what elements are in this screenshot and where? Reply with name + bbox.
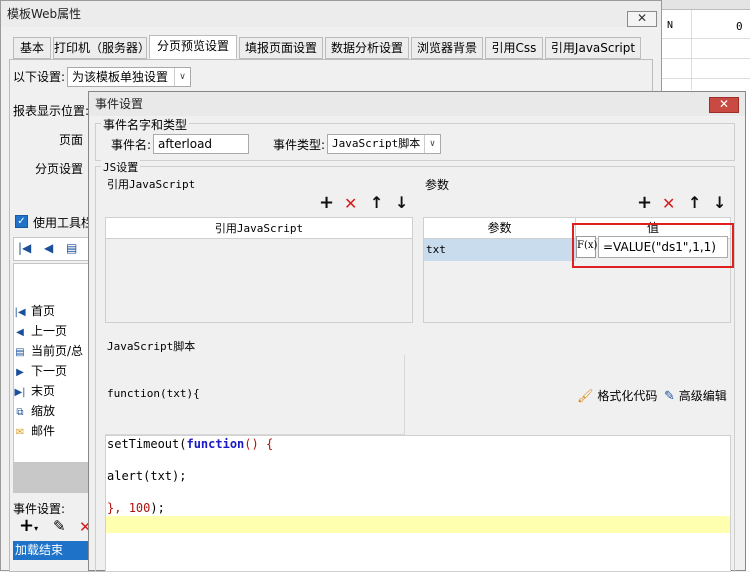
add-param-icon[interactable]: + [637, 194, 652, 212]
use-toolbar-label: 使用工具栏 [33, 216, 94, 230]
sheet-cell-value: 0 [736, 20, 743, 33]
param-value-input[interactable]: =VALUE("ds1",1,1) [598, 236, 728, 258]
tab-ref-js[interactable]: 引用JavaScript [545, 37, 641, 59]
current-page-icon: ▤ [15, 347, 25, 358]
prev-page-icon: ◀ [44, 241, 54, 255]
list-item-current-page[interactable]: ▤ 当前页/总 [13, 341, 91, 361]
paging-label: 分页设置 [35, 162, 84, 176]
params-label: 参数 [425, 178, 450, 192]
ref-js-column-header: 引用JavaScript [106, 218, 412, 239]
event-settings-dialog: 事件设置 ✕ 事件名字和类型 事件名: afterload 事件类型: Java… [88, 91, 746, 572]
toolbar-preview: |◀ ◀ ▤ [13, 237, 91, 261]
setting-select[interactable]: 为该模板单独设置 ∨ [67, 67, 191, 87]
next-page-icon: ▶ [16, 367, 24, 378]
ref-js-table: 引用JavaScript [105, 217, 413, 323]
dialog-title: 事件设置 [89, 92, 745, 116]
email-icon: ✉ [15, 427, 25, 438]
use-toolbar-checkbox[interactable]: ✓ [15, 215, 28, 228]
list-item-last-page[interactable]: ▶| 末页 [13, 381, 91, 401]
current-page-icon: ▤ [66, 241, 78, 255]
list-item-first-page[interactable]: |◀ 首页 [13, 301, 91, 321]
report-position-label: 报表显示位置: [13, 104, 90, 118]
delete-ref-js-icon[interactable]: ✕ [344, 196, 357, 212]
add-event-button[interactable]: +▾ [19, 517, 38, 538]
list-item-zoom[interactable]: ⧉ 缩放 [13, 401, 91, 421]
tab-basic[interactable]: 基本 [13, 37, 51, 59]
list-item-next-page[interactable]: ▶ 下一页 [13, 361, 91, 381]
main-close-button[interactable]: ✕ [627, 11, 657, 27]
ref-js-label: 引用JavaScript [107, 178, 196, 191]
move-up-ref-js-icon[interactable]: ↑ [370, 195, 383, 211]
tab-ref-css[interactable]: 引用Css [485, 37, 543, 59]
list-item-prev-page[interactable]: ◀ 上一页 [13, 321, 91, 341]
code-line-1: setTimeout(function() { [107, 437, 274, 451]
move-down-param-icon[interactable]: ↓ [713, 195, 726, 211]
list-item-email[interactable]: ✉ 邮件 [13, 421, 91, 441]
tab-printer[interactable]: 打印机（服务器） [53, 37, 150, 59]
prev-page-icon: ◀ [16, 327, 24, 338]
tab-data-analysis[interactable]: 数据分析设置 [325, 37, 409, 59]
move-up-param-icon[interactable]: ↑ [688, 195, 701, 211]
main-window-title: 模板Web属性 [1, 1, 661, 27]
advanced-edit-button[interactable]: ✎ 高级编辑 [664, 387, 727, 404]
function-header: function(txt){ [107, 387, 200, 400]
move-down-ref-js-icon[interactable]: ↓ [395, 195, 408, 211]
format-code-button[interactable]: 🖌 格式化代码 [577, 387, 657, 404]
event-type-label: 事件类型: [273, 138, 326, 152]
last-page-icon: ▶| [14, 387, 26, 398]
edit-icon: ✎ [664, 389, 675, 404]
sheet-column-label: N [667, 20, 674, 31]
event-list-item-selected[interactable]: 加载结束 [13, 541, 91, 560]
delete-param-icon[interactable]: ✕ [662, 196, 675, 212]
event-name-label: 事件名: [111, 138, 152, 152]
js-group-title: JS设置 [101, 159, 141, 175]
param-row-name[interactable]: txt [424, 239, 576, 261]
code-editor[interactable]: setTimeout(function() { alert(txt); }, 1… [105, 435, 731, 572]
event-type-select[interactable]: JavaScript脚本 ∨ [327, 134, 441, 154]
first-page-icon: |◀ [14, 307, 26, 318]
event-name-input[interactable]: afterload [153, 134, 249, 154]
add-ref-js-icon[interactable]: + [319, 194, 334, 212]
params-name-header: 参数 [424, 218, 576, 239]
script-label: JavaScript脚本 [107, 340, 196, 353]
tab-paging-preview[interactable]: 分页预览设置 [149, 35, 237, 59]
event-group-title: 事件名字和类型 [101, 116, 190, 133]
dialog-close-button[interactable]: ✕ [709, 97, 739, 113]
tab-fill-page[interactable]: 填报页面设置 [239, 37, 323, 59]
edit-icon[interactable]: ✎ [53, 517, 66, 535]
formula-button[interactable]: F(x) [576, 236, 598, 258]
formula-icon: F(x) [577, 240, 598, 251]
page-label: 页面 [59, 133, 84, 147]
chevron-down-icon: ∨ [424, 135, 440, 153]
code-line-2: alert(txt); [107, 469, 187, 483]
zoom-icon: ⧉ [16, 407, 24, 418]
tab-browser-bg[interactable]: 浏览器背景 [411, 37, 483, 59]
code-line-3: }, 100); [107, 501, 165, 515]
current-line-highlight [106, 516, 730, 533]
gray-bar [13, 463, 91, 493]
setting-label: 以下设置: [13, 70, 66, 84]
chevron-down-icon: ∨ [174, 68, 190, 86]
brush-icon: 🖌 [577, 389, 594, 404]
first-page-icon: |◀ [18, 241, 32, 255]
